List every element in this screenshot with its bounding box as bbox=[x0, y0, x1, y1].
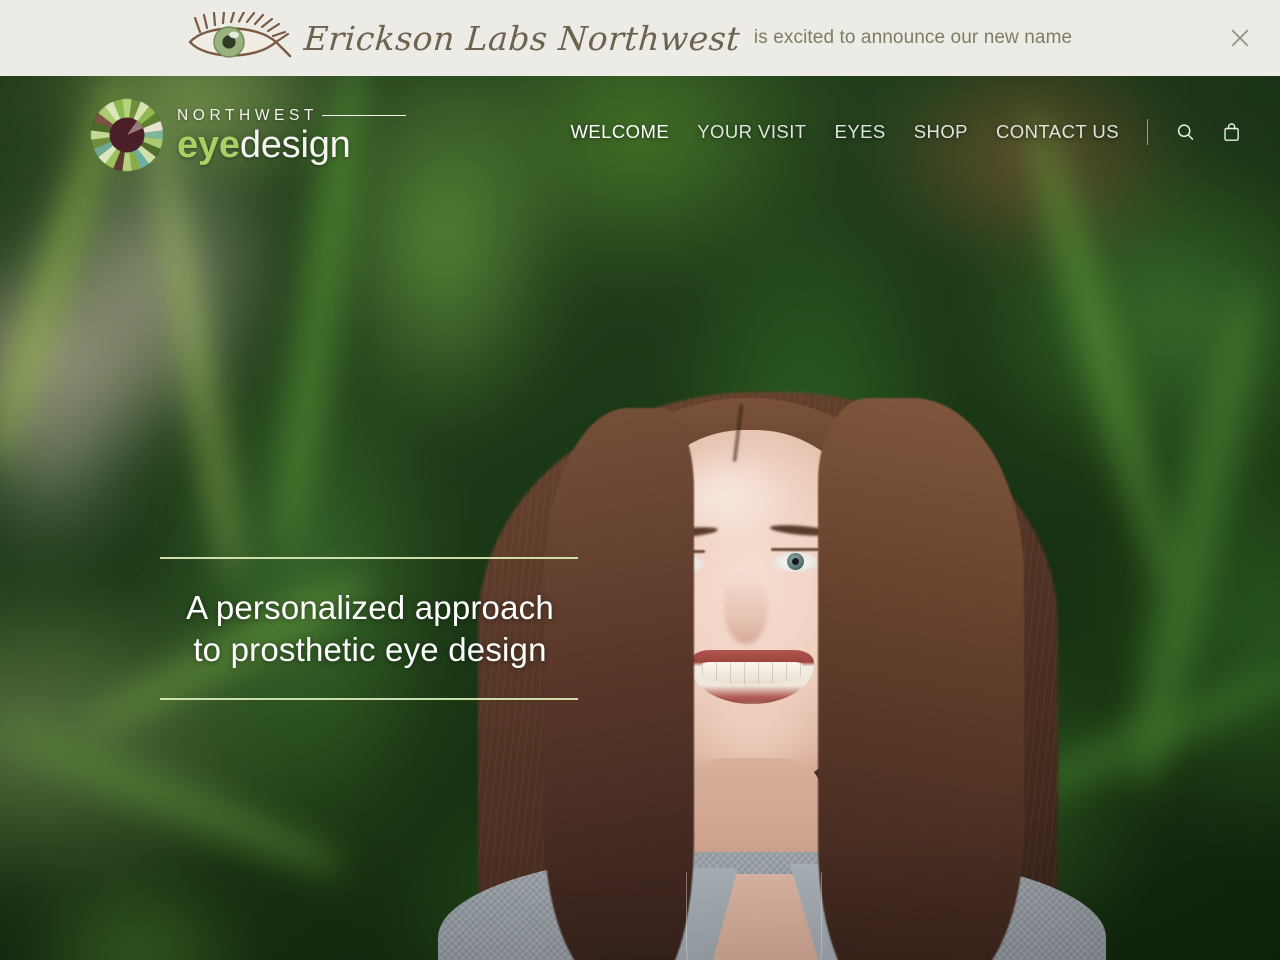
close-icon bbox=[1231, 29, 1249, 47]
hero-headline-line-1: A personalized approach bbox=[186, 589, 554, 626]
nav-item-contact-us[interactable]: CONTACT US bbox=[982, 115, 1133, 149]
logo-wordmark: NORTHWEST eyedesign bbox=[177, 106, 406, 167]
site-logo[interactable]: NORTHWEST eyedesign bbox=[90, 98, 406, 172]
hero-rule-bottom bbox=[160, 698, 578, 701]
hero-headline-line-2: to prosthetic eye design bbox=[193, 630, 547, 668]
site-header: NORTHWEST eyedesign WELCOME YOUR VISIT E… bbox=[0, 76, 1280, 188]
search-icon bbox=[1177, 123, 1193, 140]
close-announcement-button[interactable] bbox=[1222, 20, 1258, 56]
hero-headline: A personalized approach to prosthetic ey… bbox=[160, 587, 580, 670]
logo-northwest-text: NORTHWEST bbox=[177, 106, 318, 124]
nav-item-shop[interactable]: SHOP bbox=[900, 115, 982, 149]
announcement-brand-name: Erickson Labs Northwest bbox=[302, 18, 742, 58]
hero-rule-top bbox=[160, 557, 578, 559]
logo-divider-line bbox=[322, 114, 406, 117]
announcement-tagline: is excited to announce our new name bbox=[753, 27, 1073, 48]
hero-section: A personalized approach to prosthetic ey… bbox=[0, 76, 1280, 960]
hero-vignette bbox=[0, 76, 1280, 960]
search-button[interactable] bbox=[1170, 117, 1200, 147]
nav-divider bbox=[1147, 119, 1148, 145]
logo-design-text: design bbox=[239, 124, 351, 167]
cart-button[interactable] bbox=[1216, 117, 1246, 147]
main-navigation: WELCOME YOUR VISIT EYES SHOP CONTACT US bbox=[556, 76, 1254, 188]
iris-starburst-logo-icon bbox=[90, 98, 164, 172]
announcement-content: Erickson Labs Northwest is excited to an… bbox=[184, 10, 1073, 64]
nav-item-welcome[interactable]: WELCOME bbox=[556, 115, 683, 149]
eye-illustration-icon bbox=[184, 10, 296, 64]
nav-item-eyes[interactable]: EYES bbox=[821, 115, 900, 149]
shopping-bag-icon bbox=[1223, 123, 1239, 141]
nav-item-your-visit[interactable]: YOUR VISIT bbox=[683, 115, 820, 149]
logo-eye-text: eye bbox=[177, 124, 240, 167]
hero-caption: A personalized approach to prosthetic ey… bbox=[160, 557, 580, 701]
announcement-banner: Erickson Labs Northwest is excited to an… bbox=[0, 0, 1280, 76]
